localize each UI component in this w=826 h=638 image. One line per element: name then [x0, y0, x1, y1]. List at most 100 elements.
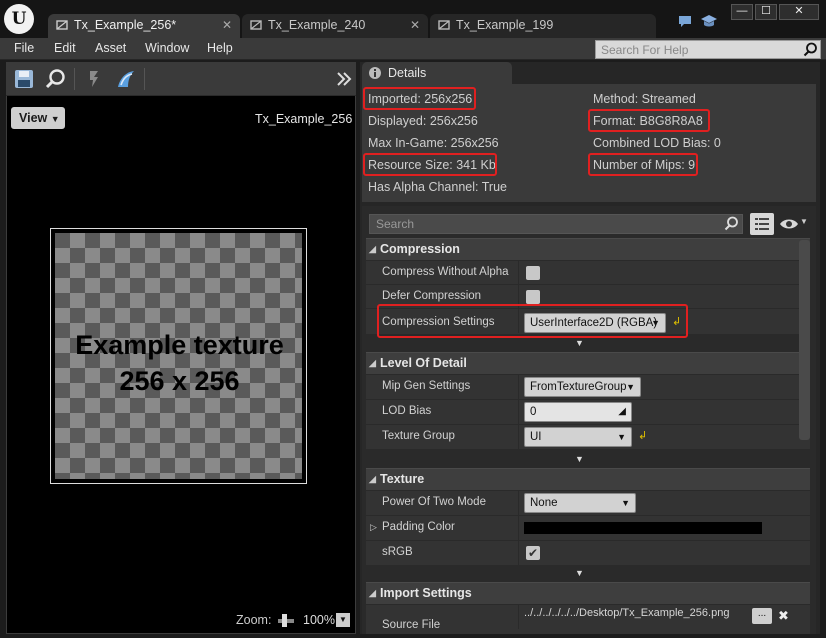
- texture-text: Example texture 256 x 256: [51, 327, 308, 399]
- save-icon[interactable]: [12, 67, 36, 91]
- property-search-input[interactable]: Search: [369, 214, 743, 234]
- tab-label: Tx_Example_256*: [74, 18, 177, 32]
- expand-arrow-icon[interactable]: ▷: [370, 522, 377, 533]
- highlight-format: [588, 109, 710, 132]
- category-level-of-detail[interactable]: ◢ Level Of Detail: [366, 352, 810, 374]
- details-tab-label: Details: [388, 66, 427, 80]
- column-divider: [518, 491, 519, 515]
- zoom-dropdown-button[interactable]: ▼: [336, 613, 350, 627]
- texture-asset-icon: [438, 20, 450, 30]
- search-icon[interactable]: [724, 216, 739, 231]
- expand-toolbar-icon[interactable]: [336, 71, 352, 87]
- maximize-button[interactable]: ☐: [755, 4, 777, 20]
- asset-toolbar: [6, 62, 356, 96]
- expand-advanced-icon[interactable]: ▼: [575, 454, 584, 464]
- property-row: sRGB ✔: [366, 540, 810, 565]
- menu-asset[interactable]: Asset: [95, 41, 126, 55]
- drag-handle-icon[interactable]: ◢: [618, 403, 626, 421]
- expand-advanced-icon[interactable]: ▼: [575, 568, 584, 578]
- collapse-arrow-icon: ◢: [369, 244, 376, 254]
- mip-gen-settings-dropdown[interactable]: FromTextureGroup ▼: [524, 377, 641, 397]
- category-compression[interactable]: ◢ Compression: [366, 238, 810, 260]
- category-texture[interactable]: ◢ Texture: [366, 468, 810, 490]
- help-search-input[interactable]: Search For Help: [595, 40, 821, 59]
- property-row: Mip Gen Settings FromTextureGroup ▼: [366, 374, 810, 399]
- column-divider: [518, 605, 519, 629]
- property-label: Compress Without Alpha: [382, 266, 509, 278]
- texture-group-dropdown[interactable]: UI ▼: [524, 427, 632, 447]
- dropdown-value: None: [530, 497, 558, 509]
- menu-file[interactable]: File: [14, 41, 34, 55]
- chevron-down-icon: ▼: [626, 382, 635, 392]
- property-label: Power Of Two Mode: [382, 496, 486, 508]
- search-icon[interactable]: [803, 42, 818, 57]
- property-row: Compress Without Alpha: [366, 260, 810, 285]
- texture-text-line2: 256 x 256: [119, 366, 240, 396]
- menu-window[interactable]: Window: [145, 41, 189, 55]
- view-label: View: [19, 111, 48, 125]
- info-icon: [369, 67, 381, 79]
- browse-button[interactable]: ...: [752, 608, 772, 624]
- texture-asset-icon: [56, 20, 68, 30]
- close-tab-icon[interactable]: ✕: [410, 14, 420, 36]
- srgb-checkbox[interactable]: ✔: [526, 546, 540, 560]
- texture-asset-icon: [250, 20, 262, 30]
- tab-tx-example-256[interactable]: Tx_Example_256* ✕: [48, 14, 240, 38]
- lod-bias-input[interactable]: 0 ◢: [524, 402, 632, 422]
- close-tab-icon[interactable]: ✕: [222, 14, 232, 36]
- toolbar-separator: [144, 68, 145, 90]
- details-scrollbar[interactable]: [799, 240, 810, 440]
- info-method: Method: Streamed: [593, 92, 696, 106]
- menu-help[interactable]: Help: [207, 41, 233, 55]
- property-label: Padding Color: [382, 521, 455, 533]
- feedback-bubble-icon[interactable]: [677, 14, 693, 30]
- close-window-button[interactable]: ✕: [779, 4, 819, 20]
- zoom-label: Zoom:: [236, 613, 272, 627]
- property-row: Source File ../../../../../../Desktop/Tx…: [366, 604, 810, 634]
- zoom-slider-handle[interactable]: [282, 614, 287, 627]
- collapse-arrow-icon: ◢: [369, 474, 376, 484]
- graduation-cap-icon[interactable]: [700, 14, 718, 30]
- category-import-settings[interactable]: ◢ Import Settings: [366, 582, 810, 604]
- texture-text-line1: Example texture: [75, 330, 284, 360]
- column-divider: [518, 261, 519, 285]
- power-of-two-dropdown[interactable]: None ▼: [524, 493, 636, 513]
- clear-source-button[interactable]: ✖: [778, 608, 789, 624]
- tab-details[interactable]: Details: [362, 62, 512, 84]
- find-in-content-browser-icon[interactable]: [44, 67, 68, 91]
- property-label: sRGB: [382, 546, 413, 558]
- category-title: Level Of Detail: [380, 356, 467, 370]
- view-menu-button[interactable]: View ▼: [11, 107, 65, 129]
- collapse-arrow-icon: ◢: [369, 358, 376, 368]
- menu-edit[interactable]: Edit: [54, 41, 76, 55]
- reset-to-default-icon[interactable]: ↲: [638, 429, 647, 442]
- viewport-asset-name: Tx_Example_256: [255, 112, 353, 126]
- property-matrix-button[interactable]: [750, 213, 774, 235]
- defer-compression-checkbox[interactable]: [526, 290, 540, 304]
- tab-tx-example-199[interactable]: Tx_Example_199: [430, 14, 656, 38]
- chevron-down-icon: ▼: [800, 217, 808, 226]
- dropdown-value: UI: [530, 431, 542, 443]
- compress-now-icon[interactable]: [114, 67, 138, 91]
- source-file-path: ../../../../../../Desktop/Tx_Example_256…: [524, 607, 730, 619]
- property-label: Source File: [382, 619, 441, 631]
- compress-without-alpha-checkbox[interactable]: [526, 266, 540, 280]
- unreal-logo-icon[interactable]: U: [4, 4, 34, 34]
- info-max-in-game: Max In-Game: 256x256: [368, 136, 499, 150]
- padding-color-swatch[interactable]: [524, 522, 762, 534]
- tab-label: Tx_Example_240: [268, 18, 366, 32]
- view-options-button[interactable]: ▼: [779, 215, 809, 233]
- tab-tx-example-240[interactable]: Tx_Example_240 ✕: [242, 14, 428, 38]
- grid-icon: [755, 218, 769, 230]
- minimize-button[interactable]: —: [731, 4, 753, 20]
- info-combined-lod-bias: Combined LOD Bias: 0: [593, 136, 721, 150]
- column-divider: [518, 425, 519, 449]
- reimport-icon[interactable]: [82, 67, 106, 91]
- chevron-down-icon: ▼: [621, 498, 630, 508]
- chevron-down-icon: ▼: [50, 114, 60, 124]
- highlight-resource-size: [363, 153, 497, 176]
- eye-icon: [780, 219, 798, 229]
- expand-advanced-icon[interactable]: ▼: [575, 338, 584, 348]
- info-displayed: Displayed: 256x256: [368, 114, 478, 128]
- zoom-bar: Zoom: 100% ▼: [6, 610, 356, 632]
